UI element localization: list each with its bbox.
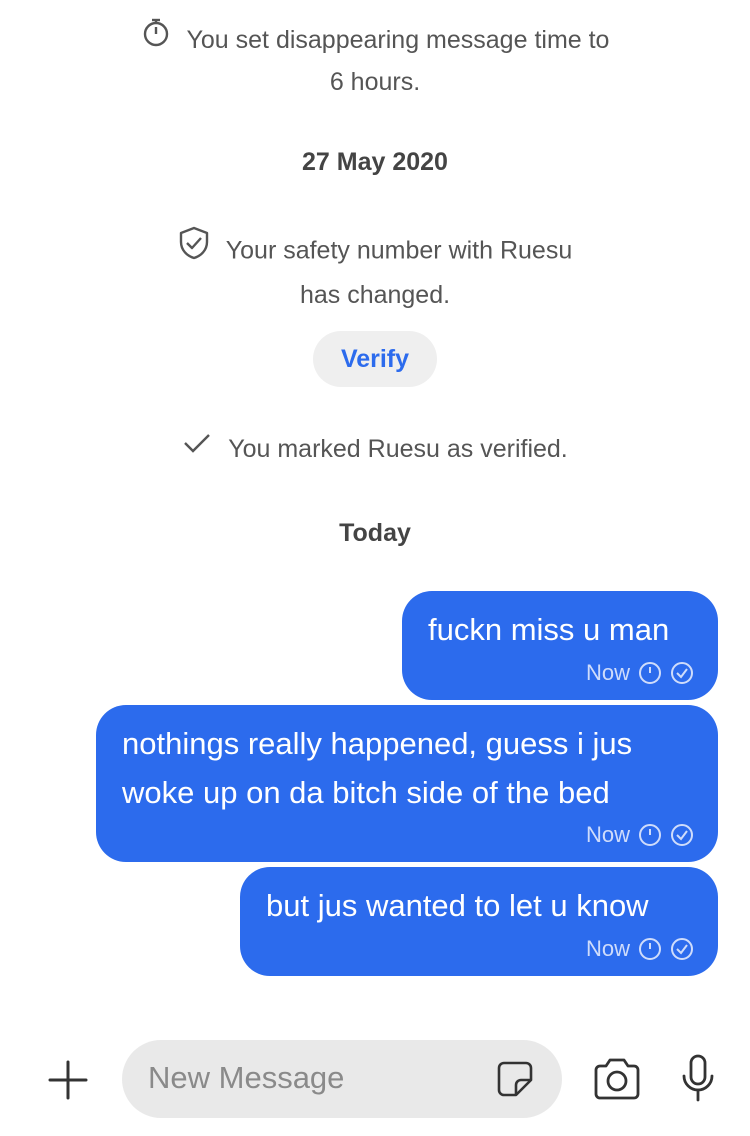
- date-header: 27 May 2020: [302, 148, 448, 176]
- disappearing-notice-line-1: You set disappearing message time to: [0, 17, 750, 62]
- clock-icon: [638, 937, 662, 961]
- message-time: Now: [585, 936, 630, 961]
- disappearing-notice: You set disappearing message time to 6 h…: [0, 17, 750, 102]
- date-header: Today: [339, 519, 411, 547]
- delivered-check-icon: [670, 661, 694, 685]
- safety-notice-line-2: has changed.: [299, 281, 451, 309]
- disappearing-notice-line-2: 6 hours.: [329, 68, 421, 97]
- message-meta: Now: [586, 660, 694, 686]
- clock-icon: [638, 661, 662, 685]
- camera-icon[interactable]: [592, 1056, 642, 1107]
- message-input-placeholder: New Message: [148, 1060, 345, 1095]
- safety-notice-line-1: Your safety number with Ruesu: [0, 226, 750, 275]
- sticker-icon[interactable]: [496, 1060, 534, 1103]
- message-time: Now: [585, 660, 630, 685]
- outgoing-message[interactable]: but jus wanted to let u know Now: [240, 867, 718, 976]
- message-meta: Now: [586, 936, 694, 962]
- message-text: fuckn miss u man: [428, 612, 670, 647]
- shield-check-icon: [178, 226, 210, 272]
- timer-icon: [141, 17, 171, 59]
- verified-notice: You marked Ruesu as verified.: [0, 429, 750, 470]
- message-text-line-2: woke up on da bitch side of the bed: [122, 775, 610, 810]
- outgoing-message[interactable]: fuckn miss u man Now: [402, 591, 718, 700]
- delivered-check-icon: [670, 823, 694, 847]
- safety-number-notice[interactable]: Your safety number with Ruesu has change…: [0, 226, 750, 315]
- microphone-icon[interactable]: [680, 1054, 716, 1109]
- message-time: Now: [585, 822, 630, 847]
- clock-icon: [638, 823, 662, 847]
- message-input[interactable]: New Message: [122, 1040, 562, 1118]
- verify-button[interactable]: Verify: [313, 331, 437, 387]
- message-meta: Now: [586, 822, 694, 848]
- checkmark-icon: [182, 427, 212, 467]
- delivered-check-icon: [670, 937, 694, 961]
- message-text-line-1: nothings really happened, guess i jus: [122, 726, 633, 761]
- outgoing-message[interactable]: nothings really happened, guess i jus wo…: [96, 705, 718, 862]
- message-text: but jus wanted to let u know: [266, 888, 649, 923]
- plus-icon[interactable]: [46, 1058, 90, 1102]
